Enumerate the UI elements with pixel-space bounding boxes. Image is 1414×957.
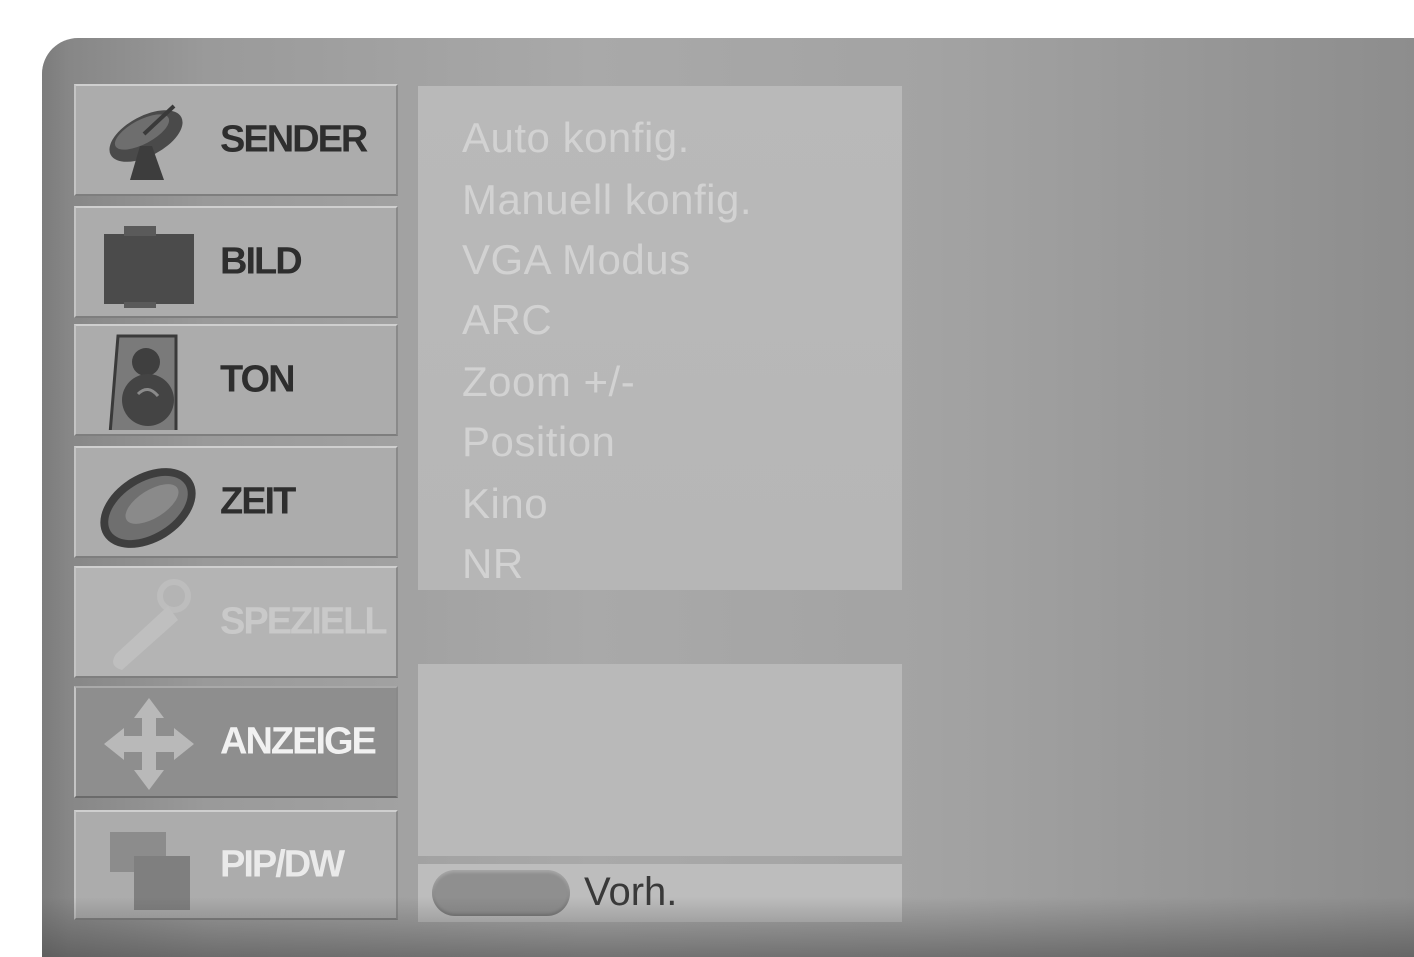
clock-icon <box>100 468 196 548</box>
key-help-label: Vorh. <box>584 870 678 914</box>
sidebar-item-sender[interactable]: SENDER <box>74 84 398 196</box>
sidebar-item-pip-dw[interactable]: PIP/DW <box>74 810 398 920</box>
submenu-item-nr[interactable]: NR <box>462 540 524 588</box>
submenu-item-manuell-konfig[interactable]: Manuell konfig. <box>462 176 752 224</box>
sidebar-item-bild[interactable]: BILD <box>74 206 398 318</box>
submenu-item-zoom[interactable]: Zoom +/- <box>462 358 635 406</box>
colored-key-icon[interactable] <box>432 870 570 916</box>
sidebar-item-label: PIP/DW <box>220 843 345 886</box>
info-panel <box>418 664 902 856</box>
submenu-item-kino[interactable]: Kino <box>462 480 548 528</box>
submenu-item-auto-konfig[interactable]: Auto konfig. <box>462 114 690 162</box>
submenu-item-position[interactable]: Position <box>462 418 615 466</box>
submenu-item-arc[interactable]: ARC <box>462 296 552 344</box>
submenu-panel: Auto konfig. Manuell konfig. VGA Modus A… <box>418 86 902 590</box>
satellite-dish-icon <box>109 104 183 180</box>
speaker-icon <box>108 334 178 430</box>
sidebar-item-anzeige[interactable]: ANZEIGE <box>74 686 398 798</box>
sidebar-item-label: BILD <box>220 240 303 283</box>
key-help-bar: Vorh. <box>418 864 902 922</box>
pip-windows-icon <box>110 832 190 910</box>
sidebar-item-speziell[interactable]: SPEZIELL <box>74 566 398 678</box>
sidebar-item-label: ZEIT <box>220 480 296 523</box>
picture-icon <box>104 226 194 308</box>
submenu-item-vga-modus[interactable]: VGA Modus <box>462 236 691 284</box>
sidebar-item-ton[interactable]: TON <box>74 324 398 436</box>
osd-menu-window: SENDER BILD TON ZEIT SPEZIELL ANZEIGE PI… <box>42 38 1414 957</box>
sidebar-item-zeit[interactable]: ZEIT <box>74 446 398 558</box>
sidebar-item-label: TON <box>220 358 296 401</box>
sidebar-item-label: ANZEIGE <box>220 720 377 763</box>
sidebar-item-label: SPEZIELL <box>220 600 388 643</box>
key-tag-icon <box>113 579 191 670</box>
move-arrows-icon <box>104 698 194 790</box>
sidebar-item-label: SENDER <box>220 118 368 161</box>
